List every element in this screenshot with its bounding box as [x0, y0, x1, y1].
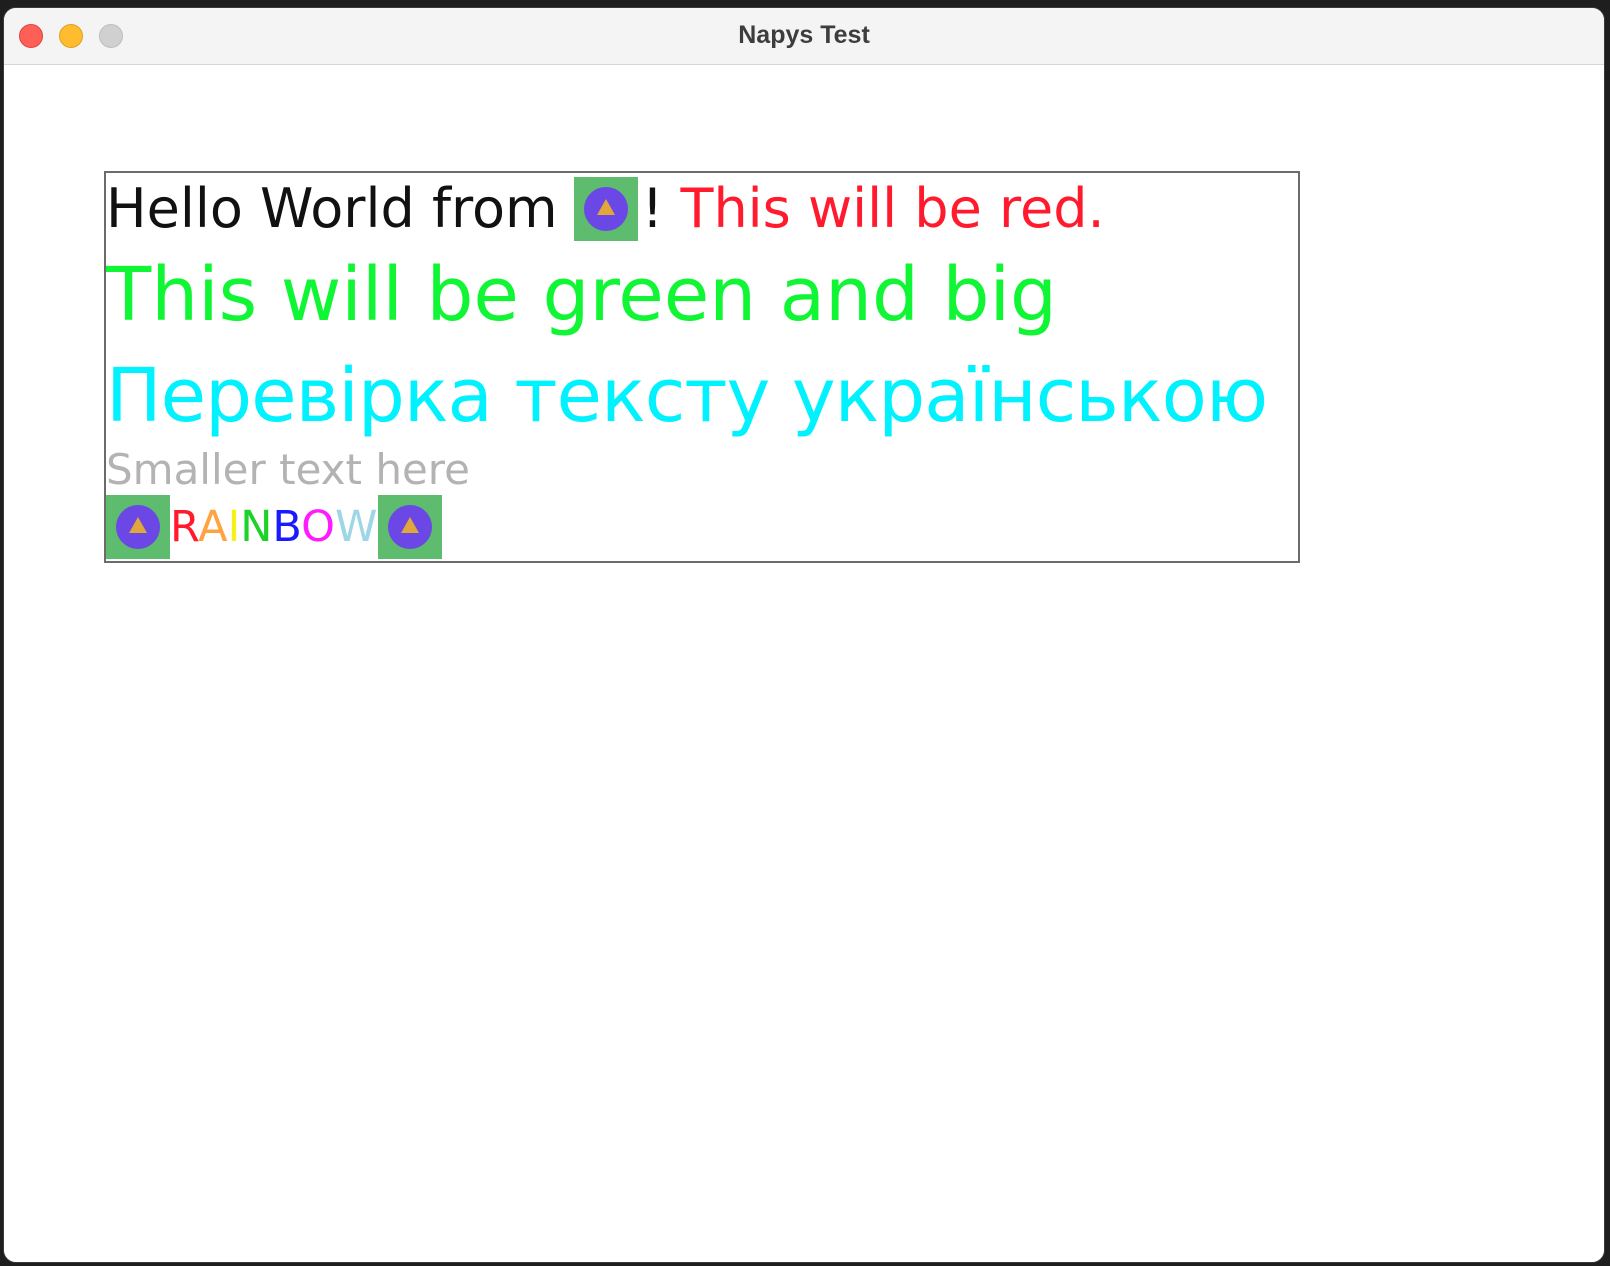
title-bar[interactable]: Napys Test	[4, 8, 1604, 65]
image-icon	[106, 495, 170, 559]
rainbow-letter: I	[227, 502, 241, 552]
badge-circle-icon	[116, 505, 160, 549]
triangle-icon	[129, 517, 147, 533]
line-hello: Hello World from! This will be red.	[106, 177, 1105, 241]
app-window: Napys Test Hello World from! This will b…	[4, 8, 1604, 1262]
line-smaller: Smaller text here	[106, 445, 470, 495]
line-ukrainian: Перевірка тексту українською	[106, 351, 1268, 441]
hello-exclamation: !	[641, 177, 664, 240]
rainbow-word: RAINBOW	[170, 495, 378, 559]
rainbow-letter: B	[272, 502, 302, 552]
rainbow-letter: N	[240, 502, 273, 552]
red-text: This will be red.	[680, 177, 1105, 240]
image-icon	[573, 177, 638, 241]
rainbow-letter: R	[170, 502, 199, 552]
window-title: Napys Test	[738, 21, 870, 49]
ukrainian-text: Перевірка тексту українською	[106, 353, 1268, 439]
rainbow-letter: W	[335, 502, 378, 552]
triangle-icon	[596, 199, 615, 215]
line-green: This will be green and big	[106, 251, 1057, 339]
green-text: This will be green and big	[106, 252, 1057, 338]
window-content: Hello World from! This will be red. This…	[4, 65, 1604, 1262]
rich-text-box: Hello World from! This will be red. This…	[104, 171, 1300, 563]
smaller-text: Smaller text here	[106, 445, 470, 494]
badge-circle-icon	[583, 187, 628, 231]
line-rainbow: RAINBOW	[106, 495, 442, 559]
badge-circle-icon	[387, 505, 432, 549]
image-icon	[377, 495, 442, 559]
triangle-icon	[400, 517, 419, 533]
hello-text: Hello World from	[106, 177, 558, 240]
rainbow-letter: O	[301, 502, 336, 552]
rainbow-letter: A	[198, 502, 228, 552]
